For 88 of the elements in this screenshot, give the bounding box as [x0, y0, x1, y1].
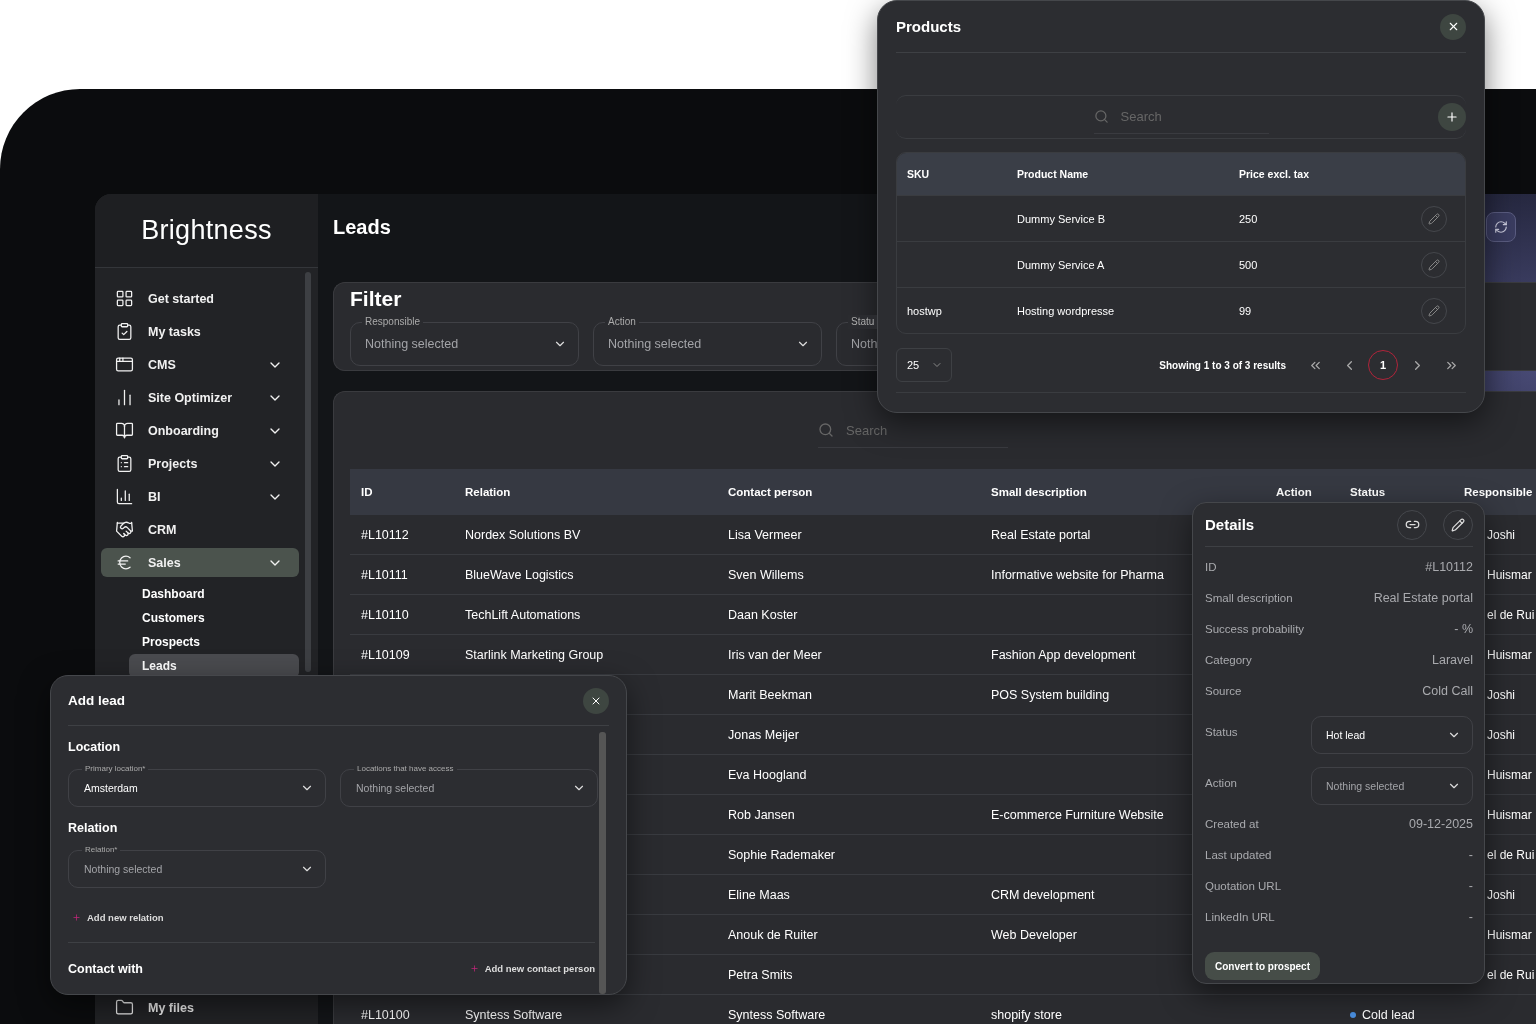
table-cell: Joshi [1487, 527, 1515, 542]
page-title: Leads [333, 215, 391, 239]
section-title: Relation [68, 821, 119, 835]
field-label: Quotation URL [1205, 879, 1282, 892]
table-cell: 500 [1239, 258, 1258, 271]
field-value: - [1468, 878, 1473, 893]
table-cell: Real Estate portal [991, 527, 1091, 542]
table-cell: Syntess Software [728, 1007, 826, 1022]
table-cell: #L10112 [361, 527, 409, 542]
table-cell: Huismar [1487, 767, 1532, 782]
field-label: ID [1205, 560, 1217, 573]
section-title: Contact with [68, 961, 143, 976]
table-cell: el de Rui [1487, 967, 1535, 982]
results-summary: Showing 1 to 3 of 3 results [1159, 359, 1286, 371]
table-cell: Dummy Service B [1017, 212, 1106, 225]
field-label: Source [1205, 684, 1242, 697]
table-cell: Huismar [1487, 647, 1532, 662]
table-cell: #L10100 [361, 1007, 410, 1022]
field-label: Small description [1205, 591, 1293, 604]
table-cell: Huismar [1487, 927, 1532, 942]
table-cell: Rob Jansen [728, 807, 795, 822]
dialog-title: Add lead [68, 693, 125, 708]
table-cell: Sven Willems [728, 567, 804, 582]
table-cell: Syntess Software [465, 1007, 563, 1022]
column-header: Contact person [717, 469, 980, 515]
logo: Brightness [141, 215, 272, 246]
table-cell: #L10109 [361, 647, 410, 662]
dialog-title: Products [896, 18, 961, 35]
column-header: SKU [897, 153, 1007, 195]
column-header: Relation [454, 469, 717, 515]
column-header: Product Name [1007, 153, 1229, 195]
field-label: Category [1205, 653, 1252, 666]
table-cell: TechLift Automations [465, 607, 581, 622]
table-cell: Marit Beekman [728, 687, 813, 702]
field-value: - % [1454, 621, 1473, 636]
field-value: #L10112 [1425, 559, 1473, 574]
filter-title: Filter [350, 287, 402, 311]
field-label: Success probability [1205, 622, 1305, 635]
table-cell: Eva Hoogland [728, 767, 807, 782]
table-cell: Iris van der Meer [728, 647, 822, 662]
table-cell: Hosting wordpresse [1017, 304, 1115, 317]
field-label: Created at [1205, 817, 1259, 830]
table-cell: Informative website for Pharma [991, 567, 1164, 582]
field-value: Real Estate portal [1373, 590, 1473, 605]
table-cell: Sophie Rademaker [728, 847, 835, 862]
field-value: - [1468, 847, 1473, 862]
table-cell: shopify store [991, 1007, 1062, 1022]
table-cell: 250 [1239, 212, 1258, 225]
table-cell: Lisa Vermeer [728, 527, 802, 542]
table-cell: CRM development [991, 887, 1095, 902]
column-header: ID [350, 469, 454, 515]
table-cell: #L10110 [361, 607, 409, 622]
table-cell: Nordex Solutions BV [465, 527, 581, 542]
table-cell: Starlink Marketing Group [465, 647, 604, 662]
table-cell: BlueWave Logistics [465, 567, 574, 582]
column-header: Price excl. tax [1229, 153, 1421, 195]
table-cell: Joshi [1487, 727, 1515, 742]
table-cell: 99 [1239, 304, 1252, 317]
table-cell: #L10111 [361, 567, 408, 582]
table-cell: Jonas Meijer [728, 727, 799, 742]
table-cell: hostwp [907, 304, 942, 317]
field-value: - [1468, 909, 1473, 924]
table-cell: el de Rui [1487, 847, 1535, 862]
table-cell: Petra Smits [728, 967, 793, 982]
field-label: LinkedIn URL [1205, 910, 1275, 923]
field-label: Action [1205, 776, 1237, 789]
panel-title: Details [1205, 516, 1255, 533]
table-cell: E-commerce Furniture Website [991, 807, 1164, 822]
table-cell: Web Developer [991, 927, 1077, 942]
field-value: 09-12-2025 [1409, 816, 1473, 831]
table-cell: POS System building [991, 687, 1110, 702]
table-cell: Anouk de Ruiter [728, 927, 818, 942]
field-value: Cold Call [1422, 683, 1473, 698]
table-cell: Fashion App development [991, 647, 1136, 662]
table-cell: Joshi [1487, 687, 1515, 702]
table-cell: Daan Koster [728, 607, 798, 622]
section-title: Location [68, 740, 122, 754]
field-label: Status [1205, 725, 1238, 738]
field-value: Laravel [1432, 652, 1473, 667]
table-cell: Joshi [1487, 887, 1515, 902]
table-cell: el de Rui [1487, 607, 1535, 622]
table-cell: Eline Maas [728, 887, 790, 902]
table-cell: Huismar [1487, 807, 1532, 822]
field-label: Last updated [1205, 848, 1272, 861]
column-header: Small description [980, 469, 1265, 515]
table-cell: Huismar [1487, 567, 1532, 582]
table-cell: Dummy Service A [1017, 258, 1105, 271]
table-cell: Cold lead [1362, 1007, 1415, 1022]
